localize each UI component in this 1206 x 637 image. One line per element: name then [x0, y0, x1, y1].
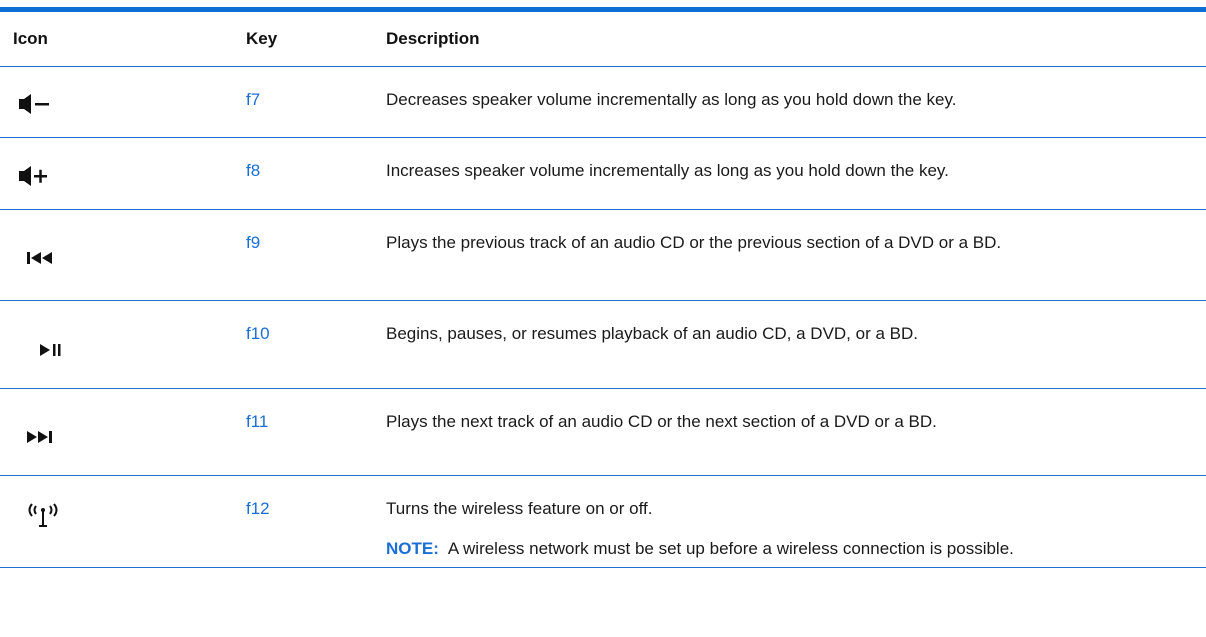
description-f8: Increases speaker volume incrementally a… [386, 161, 949, 180]
table-row: f7 Decreases speaker volume incrementall… [0, 67, 1206, 138]
table-header-row: Icon Key Description [0, 12, 1206, 67]
table-row: f12 Turns the wireless feature on or off… [0, 476, 1206, 568]
key-f11[interactable]: f11 [246, 412, 268, 432]
next-track-icon [26, 429, 62, 450]
function-key-table: Icon Key Description f7 Decreases speake… [0, 7, 1206, 568]
table-row: f11 Plays the next track of an audio CD … [0, 389, 1206, 476]
description-f9: Plays the previous track of an audio CD … [386, 233, 1002, 252]
key-f8[interactable]: f8 [246, 161, 260, 181]
note-text: A wireless network must be set up before… [447, 539, 1014, 558]
description-f11: Plays the next track of an audio CD or t… [386, 412, 937, 431]
previous-track-icon [26, 250, 62, 271]
wireless-icon [23, 498, 63, 535]
key-f9[interactable]: f9 [246, 233, 260, 253]
key-f10[interactable]: f10 [246, 324, 270, 344]
table-row: f9 Plays the previous track of an audio … [0, 210, 1206, 301]
description-f7: Decreases speaker volume incrementally a… [386, 90, 957, 109]
header-icon: Icon [13, 29, 48, 48]
header-description: Description [386, 29, 480, 48]
play-pause-icon [39, 342, 75, 363]
key-f7[interactable]: f7 [246, 90, 260, 110]
table-row: f10 Begins, pauses, or resumes playback … [0, 301, 1206, 389]
header-key: Key [246, 29, 278, 48]
key-f12[interactable]: f12 [246, 499, 270, 519]
note-label: NOTE: [386, 539, 439, 558]
table-row: f8 Increases speaker volume incrementall… [0, 138, 1206, 210]
note: NOTE: A wireless network must be set up b… [386, 539, 1014, 559]
volume-up-icon [16, 164, 56, 193]
volume-down-icon [16, 92, 56, 121]
description-f12: Turns the wireless feature on or off. [386, 499, 653, 518]
description-f10: Begins, pauses, or resumes playback of a… [386, 324, 918, 343]
